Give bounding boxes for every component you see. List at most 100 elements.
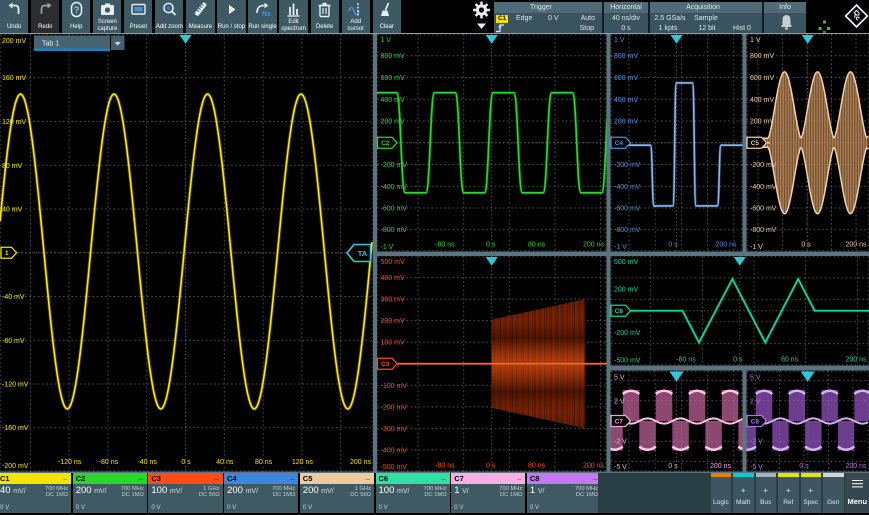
svg-text:-200 mV: -200 mV [381, 162, 408, 169]
svg-text:2 V: 2 V [614, 398, 625, 405]
svg-text:400 mV: 400 mV [381, 97, 405, 104]
svg-text:-80 ns: -80 ns [676, 357, 696, 364]
svg-text:200 mV: 200 mV [381, 318, 405, 325]
svg-text:-5 V: -5 V [614, 464, 627, 471]
svg-text:Tab 1: Tab 1 [42, 41, 59, 48]
svg-text:-500 mV: -500 mV [381, 464, 408, 471]
svg-text:0 s: 0 s [486, 242, 496, 249]
svg-text:-200 mV: -200 mV [2, 463, 29, 470]
svg-text:200 ns: 200 ns [583, 242, 605, 249]
svg-text:40 mV: 40 mV [2, 207, 23, 214]
svg-text:0 s: 0 s [801, 242, 811, 249]
svg-text:5 V: 5 V [750, 375, 761, 382]
svg-text:0 s: 0 s [486, 463, 496, 470]
svg-text:C6: C6 [615, 308, 624, 315]
svg-text:-600 mV: -600 mV [750, 206, 777, 213]
svg-text:200 ns: 200 ns [845, 242, 867, 249]
svg-text:-800 mV: -800 mV [614, 227, 641, 234]
svg-text:200 mV: 200 mV [381, 119, 405, 126]
svg-text:C3: C3 [381, 361, 390, 368]
svg-text:500 mV: 500 mV [614, 259, 638, 266]
svg-text:-40 mV: -40 mV [2, 294, 25, 301]
svg-text:1: 1 [5, 250, 9, 257]
svg-text:0 s: 0 s [799, 463, 809, 470]
svg-text:-200 mV: -200 mV [614, 330, 641, 337]
svg-text:200 ns: 200 ns [845, 357, 867, 364]
svg-text:400 mV: 400 mV [750, 97, 774, 104]
svg-text:120 mV: 120 mV [2, 119, 26, 126]
svg-text:-1 V: -1 V [381, 244, 394, 251]
svg-text:2 V: 2 V [750, 398, 761, 405]
svg-text:-1 V: -1 V [750, 244, 763, 251]
svg-text:-200 mV: -200 mV [614, 162, 641, 169]
svg-text:C4: C4 [615, 140, 624, 147]
svg-text:-500 mV: -500 mV [614, 358, 641, 365]
svg-text:200 mV: 200 mV [2, 38, 26, 45]
svg-text:200 ns: 200 ns [350, 459, 372, 466]
svg-text:-400 mV: -400 mV [381, 448, 408, 455]
svg-text:-400 mV: -400 mV [381, 184, 408, 191]
svg-text:-80 ns: -80 ns [435, 242, 455, 249]
svg-text:40 ns: 40 ns [216, 459, 234, 466]
svg-text:-5 V: -5 V [750, 464, 763, 471]
svg-text:600 mV: 600 mV [750, 75, 774, 82]
svg-text:80 mV: 80 mV [2, 163, 23, 170]
svg-text:80 ns: 80 ns [528, 463, 546, 470]
svg-text:500 mV: 500 mV [381, 259, 405, 266]
svg-text:?: ? [74, 5, 79, 15]
svg-text:80 ns: 80 ns [528, 242, 546, 249]
svg-text:0 s: 0 s [668, 463, 678, 470]
svg-text:300 mV: 300 mV [381, 297, 405, 304]
svg-text:1 V: 1 V [750, 37, 761, 44]
svg-text:-600 mV: -600 mV [614, 206, 641, 213]
svg-text:600 mV: 600 mV [614, 75, 638, 82]
svg-text:0 s: 0 s [668, 242, 678, 249]
svg-text:-120 mV: -120 mV [2, 382, 29, 389]
svg-text:200 ns: 200 ns [845, 463, 867, 470]
svg-text:TA: TA [358, 249, 368, 258]
svg-text:600 mV: 600 mV [381, 75, 405, 82]
svg-text:-600 mV: -600 mV [381, 206, 408, 213]
svg-text:160 mV: 160 mV [2, 75, 26, 82]
svg-text:1 V: 1 V [614, 37, 625, 44]
svg-text:0 s: 0 s [181, 459, 191, 466]
svg-text:800 mV: 800 mV [614, 53, 638, 60]
svg-text:800 mV: 800 mV [750, 53, 774, 60]
svg-text:C7: C7 [615, 419, 624, 426]
svg-text:-80 ns: -80 ns [435, 463, 455, 470]
svg-text:5 V: 5 V [614, 375, 625, 382]
svg-text:200 mV: 200 mV [614, 119, 638, 126]
svg-text:-120 ns: -120 ns [58, 459, 82, 466]
svg-text:-800 mV: -800 mV [750, 227, 777, 234]
svg-text:Nx: Nx [262, 11, 271, 18]
svg-text:1 V: 1 V [381, 37, 392, 44]
svg-text:400 mV: 400 mV [614, 97, 638, 104]
svg-text:-80 mV: -80 mV [2, 338, 25, 345]
svg-text:200 ns: 200 ns [715, 242, 737, 249]
svg-text:C2: C2 [381, 140, 390, 147]
svg-text:80 ns: 80 ns [255, 459, 273, 466]
svg-text:-80 ns: -80 ns [99, 459, 119, 466]
svg-text:200 mV: 200 mV [750, 119, 774, 126]
svg-text:800 mV: 800 mV [381, 53, 405, 60]
svg-text:-1 V: -1 V [614, 244, 627, 251]
svg-text:100 mV: 100 mV [381, 340, 405, 347]
svg-text:-800 mV: -800 mV [381, 227, 408, 234]
svg-text:200 ns: 200 ns [583, 463, 605, 470]
svg-text:-40 ns: -40 ns [137, 459, 157, 466]
svg-text:200 mV: 200 mV [614, 286, 638, 293]
svg-text:C5: C5 [751, 140, 760, 147]
svg-text:-100 mV: -100 mV [381, 383, 408, 390]
svg-text:-400 mV: -400 mV [750, 184, 777, 191]
svg-text:C8: C8 [751, 419, 760, 426]
svg-text:-300 mV: -300 mV [381, 426, 408, 433]
svg-text:-200 mV: -200 mV [750, 162, 777, 169]
svg-text:-2 V: -2 V [750, 439, 763, 446]
svg-text:200 ns: 200 ns [710, 463, 732, 470]
svg-text:120 ns: 120 ns [292, 459, 314, 466]
svg-text:-400 mV: -400 mV [614, 184, 641, 191]
svg-text:80 ns: 80 ns [781, 357, 799, 364]
svg-text:400 mV: 400 mV [381, 275, 405, 282]
svg-text:0 s: 0 s [733, 357, 743, 364]
svg-text:-160 mV: -160 mV [2, 425, 29, 432]
